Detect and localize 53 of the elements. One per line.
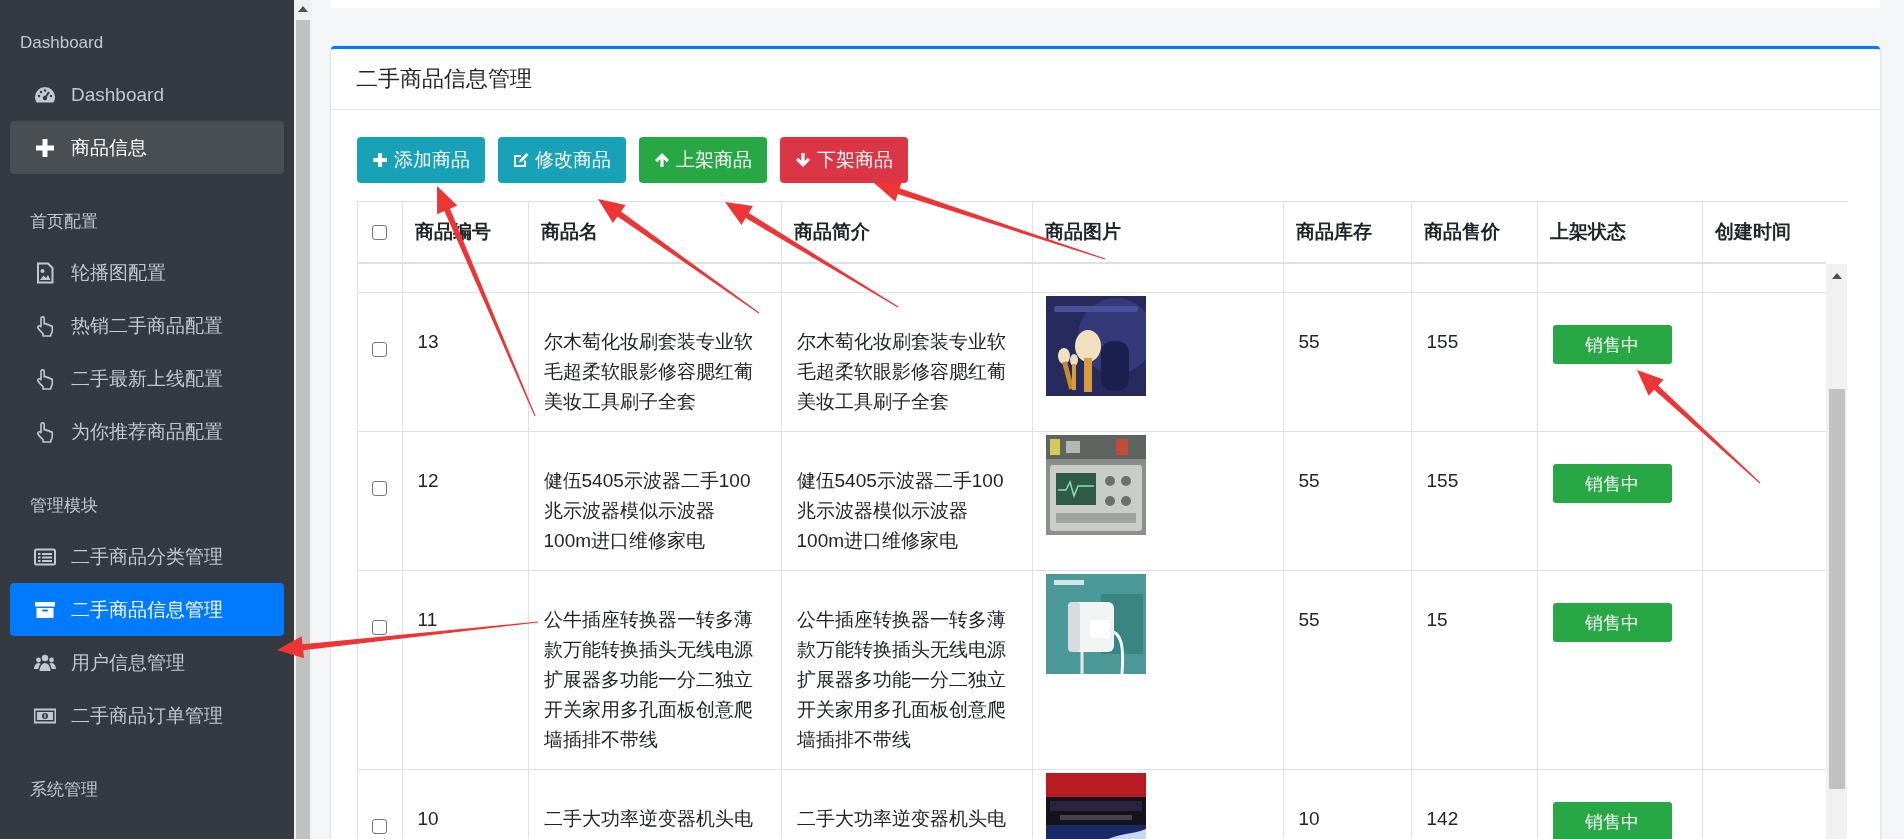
column-header: 商品库存 [1283, 202, 1411, 263]
checkbox[interactable] [372, 225, 388, 241]
section-heading: Dashboard [20, 33, 104, 53]
sidebar-item[interactable]: 二手最新上线配置 [10, 352, 284, 405]
scrollbar[interactable] [1826, 264, 1847, 839]
checkbox[interactable] [372, 620, 388, 636]
hand-pointer-icon [34, 420, 56, 443]
table-cell: 142 [1411, 769, 1537, 839]
table-cell: 二手大功率逆变器机头电 [528, 769, 781, 839]
checkbox[interactable] [372, 342, 388, 358]
table-cell: 10 [1283, 769, 1411, 839]
table-cell: 55 [1283, 292, 1411, 432]
section-heading: 首页配置 [30, 210, 98, 233]
table-cell: 10 [402, 769, 528, 839]
table-cell: 健伍5405示波器二手100兆示波器模似示波器100m进口维修家电 [781, 431, 1032, 571]
sidebar-item[interactable]: 二手商品信息管理 [10, 583, 284, 636]
arrow-up-icon [654, 152, 670, 168]
plus-icon [372, 152, 388, 168]
column-header: 上架状态 [1537, 202, 1702, 263]
sidebar-item[interactable]: 二手商品分类管理 [10, 530, 284, 583]
sidebar-item[interactable]: 用户信息管理 [10, 636, 284, 689]
sidebar-item[interactable]: 二手商品订单管理 [10, 689, 284, 742]
column-header: 商品售价 [1411, 202, 1537, 263]
toolbar-button[interactable]: 下架商品 [780, 137, 908, 183]
plus-icon [34, 136, 56, 159]
table-cell: 公牛插座转换器一转多薄款万能转换插头无线电源扩展器多功能一分二独立开关家用多孔面板创意爬墙插排不带线 [781, 570, 1032, 770]
sidebar-item[interactable]: 轮播图配置 [10, 246, 284, 299]
table-cell: 健伍5405示波器二手100兆示波器模似示波器100m进口维修家电 [528, 431, 781, 571]
sidebar-item[interactable]: 为你推荐商品配置 [10, 405, 284, 458]
sidebar-item[interactable]: 商品信息 [10, 121, 284, 174]
sidebar-item[interactable]: 热销二手商品配置 [10, 299, 284, 352]
edit-icon [513, 152, 529, 168]
table-cell: 12 [402, 431, 528, 571]
table-cell: 15 [1411, 570, 1537, 770]
card-title: 二手商品信息管理 [356, 65, 532, 93]
table-cell: 公牛插座转换器一转多薄款万能转换插头无线电源扩展器多功能一分二独立开关家用多孔面板创意爬墙插排不带线 [528, 570, 781, 770]
column-header: 创建时间 [1702, 202, 1826, 263]
image-icon [34, 261, 56, 284]
scrollbar[interactable] [294, 0, 312, 839]
section-heading: 管理模块 [30, 494, 98, 517]
arrow-down-icon [795, 152, 811, 168]
table-cell: 55 [1283, 431, 1411, 571]
table-cell: 155 [1411, 431, 1537, 571]
table-cell: 尔木萄化妆刷套装专业软毛超柔软眼影修容腮红葡美妆工具刷子全套 [781, 292, 1032, 432]
table-cell: 55 [1283, 570, 1411, 770]
sidebar-item[interactable]: Dashboard [10, 68, 284, 121]
section-heading: 系统管理 [30, 778, 98, 801]
hand-pointer-icon [34, 314, 56, 337]
checkbox[interactable] [372, 819, 388, 835]
hand-pointer-icon [34, 367, 56, 390]
table-cell: 155 [1411, 292, 1537, 432]
checkbox[interactable] [372, 481, 388, 497]
table-cell: 二手大功率逆变器机头电 [781, 769, 1032, 839]
